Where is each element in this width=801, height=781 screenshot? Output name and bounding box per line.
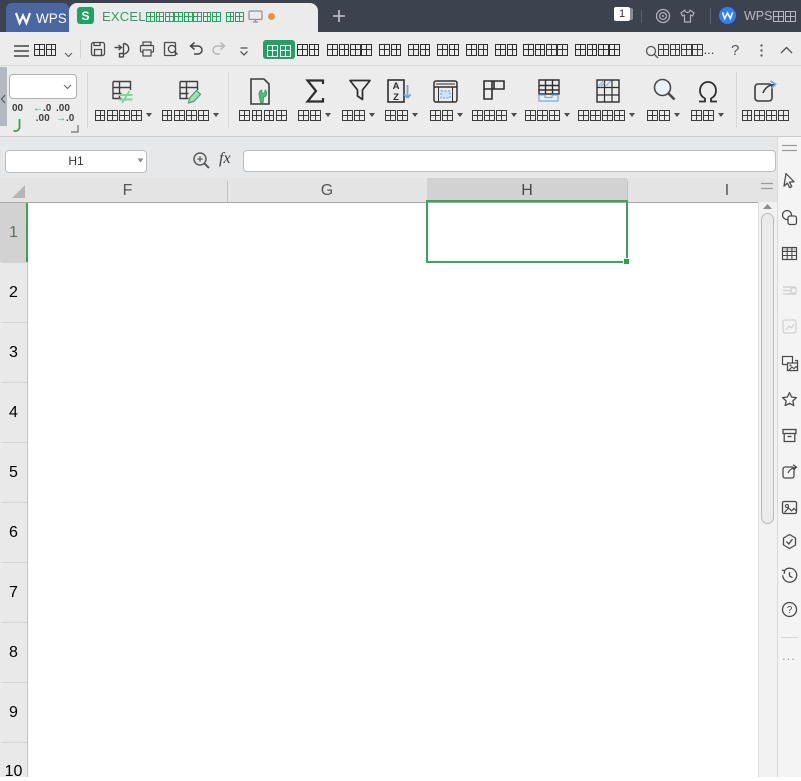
- svg-text:Z: Z: [393, 92, 399, 103]
- svg-text:S: S: [81, 9, 89, 23]
- svg-text:A: A: [393, 81, 400, 92]
- svg-text:?: ?: [787, 605, 793, 616]
